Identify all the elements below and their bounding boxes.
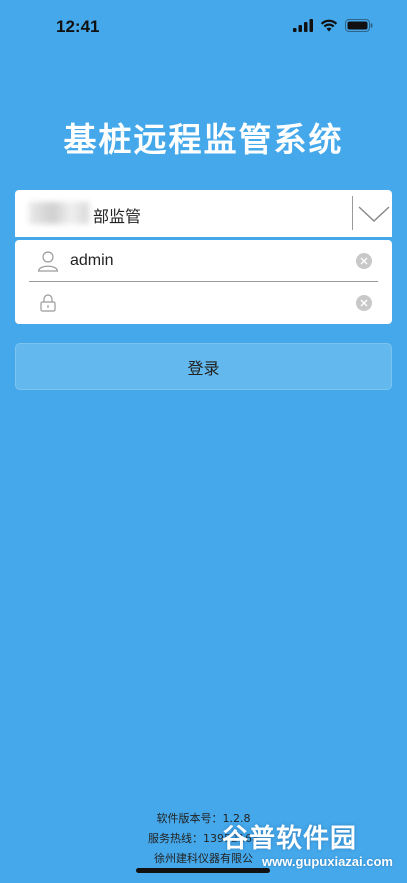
redacted-text xyxy=(29,202,89,224)
watermark-logo: 谷普软件园 xyxy=(222,824,358,854)
clear-password-button[interactable] xyxy=(356,295,372,311)
password-input[interactable] xyxy=(70,292,340,314)
username-input[interactable] xyxy=(70,250,340,272)
login-button[interactable]: 登录 xyxy=(15,343,392,390)
app-title: 基桩远程监管系统 xyxy=(63,120,344,159)
clear-icon xyxy=(360,257,368,265)
battery-icon xyxy=(345,19,373,32)
signal-icon xyxy=(293,19,313,32)
chevron-down-icon[interactable] xyxy=(356,200,392,228)
home-indicator xyxy=(136,868,270,873)
login-form xyxy=(15,240,392,324)
organization-select-value: 部监管 xyxy=(93,207,142,226)
watermark: 谷普软件园 www.gupuxiazai.com xyxy=(222,818,407,883)
watermark-url: www.gupuxiazai.com xyxy=(262,854,393,869)
user-icon xyxy=(37,251,59,272)
username-row xyxy=(15,240,392,282)
status-icons xyxy=(293,19,373,32)
lock-icon xyxy=(40,294,56,312)
status-time: 12:41 xyxy=(56,17,100,36)
password-row xyxy=(15,282,392,324)
select-divider xyxy=(352,196,353,230)
status-bar: 12:41 xyxy=(0,0,407,56)
clear-username-button[interactable] xyxy=(356,253,372,269)
clear-icon xyxy=(360,299,368,307)
organization-select[interactable]: 部监管 xyxy=(15,190,392,237)
wifi-icon xyxy=(320,19,338,32)
